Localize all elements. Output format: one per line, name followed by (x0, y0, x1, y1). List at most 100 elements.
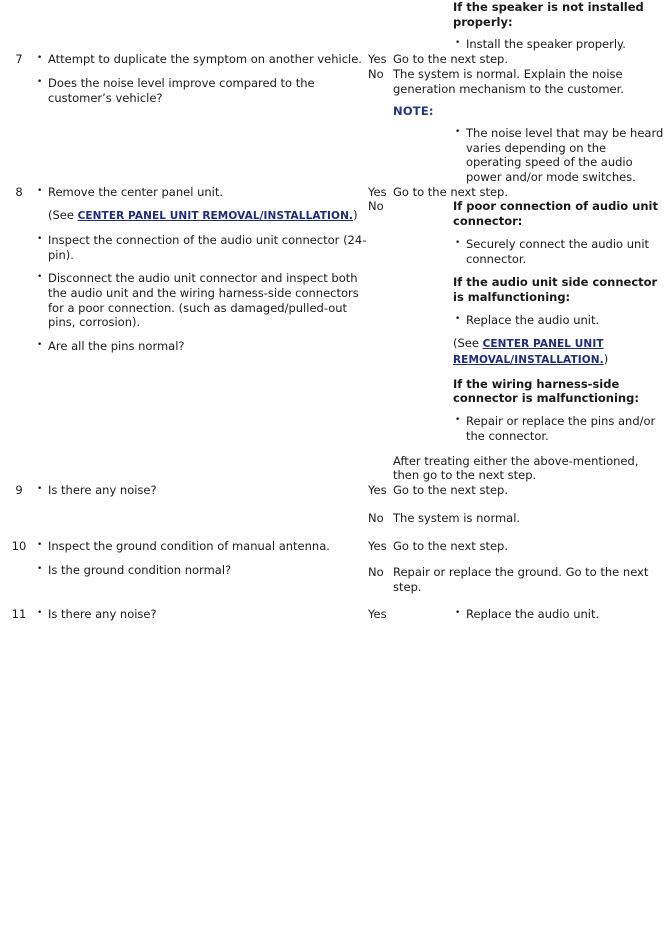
result-label: Yes (368, 606, 387, 621)
action-text: Repair or replace the ground. Go to the … (393, 565, 649, 594)
result-label-cell: No (368, 498, 393, 540)
action-heading: If poor connection of audio unit connect… (453, 199, 658, 229)
list-item: Replace the audio unit. (453, 606, 664, 622)
result-label: Yes (368, 483, 387, 498)
action-see-reference: (See CENTER PANEL UNIT REMOVAL/INSTALLAT… (453, 336, 664, 367)
step-number-cell: 8 (3, 185, 35, 483)
inspection-bullet-list: Attempt to duplicate the symptom on anot… (35, 51, 368, 105)
action-cell: The system is normal. (393, 498, 664, 540)
list-item: Inspect the ground condition of manual a… (35, 538, 368, 554)
action-heading: If the speaker is not installed properly… (453, 0, 644, 29)
step-number: 9 (15, 483, 23, 498)
list-item: Is there any noise? (35, 606, 368, 622)
step-number-cell: 10 (3, 539, 35, 606)
list-item: Repair or replace the pins and/or the co… (453, 413, 664, 443)
step-number-cell (3, 0, 35, 52)
step-number: 8 (15, 184, 23, 199)
result-label-cell: Yes (368, 483, 393, 498)
action-cell: Go to the next step. (393, 539, 664, 554)
action-cell: Go to the next step. (393, 483, 664, 498)
note-label: NOTE: (393, 104, 434, 119)
result-label: No (368, 66, 384, 81)
diagnostic-table: If the speaker is not installed properly… (3, 0, 664, 621)
action-bullet-list: Replace the audio unit. (453, 606, 664, 622)
list-item: Securely connect the audio unit connecto… (453, 236, 664, 266)
step-number-cell: 11 (3, 607, 35, 622)
step-number: 7 (15, 52, 23, 67)
result-label-cell: No (368, 199, 393, 483)
inspection-bullet-list: Is there any noise? (35, 606, 368, 622)
see-suffix: ) (603, 352, 609, 367)
result-label-cell: No (368, 554, 393, 606)
inspection-see-reference: (See CENTER PANEL UNIT REMOVAL/INSTALLAT… (35, 208, 368, 223)
result-label-cell: Yes (368, 185, 393, 200)
inspection-cell: Remove the center panel unit. (See CENTE… (35, 184, 368, 483)
action-bullet-list: Replace the audio unit. (453, 312, 664, 328)
action-text: After treating either the above-mentione… (393, 453, 639, 483)
result-label-cell: No (368, 67, 393, 185)
action-heading: If the audio unit side connector is malf… (453, 275, 658, 304)
step-number-cell: 9 (3, 483, 35, 539)
action-bullet-list: Install the speaker properly. (453, 36, 664, 52)
action-cell: Go to the next step. (393, 185, 664, 200)
action-cell: Repair or replace the ground. Go to the … (393, 554, 664, 606)
action-bullet-list: Securely connect the audio unit connecto… (453, 236, 664, 266)
troubleshooting-page: If the speaker is not installed properly… (0, 0, 669, 928)
inspection-bullet-list: Remove the center panel unit. (See CENTE… (35, 184, 368, 354)
table-row: If the speaker is not installed properly… (3, 0, 664, 52)
action-text: Go to the next step. (393, 52, 508, 67)
see-prefix: (See (453, 336, 483, 351)
step-number: 10 (11, 539, 27, 554)
action-text: Go to the next step. (393, 184, 508, 199)
result-label: No (368, 199, 384, 214)
list-item: The noise level that may be heard varies… (453, 125, 664, 185)
center-panel-unit-removal-installation-link[interactable]: CENTER PANEL UNIT REMOVAL/INSTALLATION. (78, 210, 353, 222)
step-number-cell: 7 (3, 52, 35, 185)
list-item: Are all the pins normal? (35, 338, 368, 354)
inspection-cell (35, 0, 368, 52)
table-row: 10 Inspect the ground condition of manua… (3, 538, 664, 577)
action-text: Go to the next step. (393, 539, 508, 554)
inspection-cell: Is there any noise? (35, 606, 368, 622)
list-item: Remove the center panel unit. (35, 184, 368, 200)
action-cell: Go to the next step. (393, 52, 664, 67)
action-heading: If the wiring harness-side connector is … (453, 376, 639, 406)
list-item: Does the noise level improve compared to… (35, 75, 368, 105)
list-item: Inspect the connection of the audio unit… (35, 232, 368, 262)
action-text: The system is normal. Explain the noise … (393, 66, 624, 96)
action-text: Go to the next step. (393, 483, 508, 498)
table-row: 7 Attempt to duplicate the symptom on an… (3, 51, 664, 104)
inspection-cell: Attempt to duplicate the symptom on anot… (35, 51, 368, 185)
action-cell: If poor connection of audio unit connect… (393, 199, 664, 483)
inspection-bullet-list: Inspect the ground condition of manual a… (35, 538, 368, 578)
result-label: Yes (368, 52, 387, 67)
result-label: Yes (368, 539, 387, 554)
result-label: No (368, 565, 384, 580)
list-item: Is there any noise? (35, 482, 368, 498)
table-row: 8 Remove the center panel unit. (See CEN… (3, 184, 664, 353)
result-label: Yes (368, 184, 387, 199)
inspection-cell: Is there any noise? (35, 482, 368, 539)
see-suffix: ) (353, 208, 358, 223)
action-cell: If the speaker is not installed properly… (393, 0, 664, 52)
result-label-cell (368, 0, 393, 52)
table-row: 11 Is there any noise? Yes Replace the a… (3, 606, 664, 622)
list-item: Install the speaker properly. (453, 36, 664, 52)
note-bullet-list: The noise level that may be heard varies… (453, 125, 664, 185)
see-prefix: (See (48, 208, 78, 223)
action-bullet-list: Repair or replace the pins and/or the co… (453, 413, 664, 443)
result-label-cell: Yes (368, 52, 393, 67)
list-item: Replace the audio unit. (453, 312, 664, 328)
action-text: The system is normal. (393, 510, 521, 525)
inspection-bullet-list: Is there any noise? (35, 482, 368, 498)
action-cell: Replace the audio unit. (393, 606, 664, 622)
table-row: 9 Is there any noise? Yes Go to the next… (3, 482, 664, 498)
list-item: Disconnect the audio unit connector and … (35, 270, 368, 330)
result-label-cell: Yes (368, 607, 393, 622)
list-item: Is the ground condition normal? (35, 562, 368, 578)
list-item: Attempt to duplicate the symptom on anot… (35, 51, 368, 67)
result-label-cell: Yes (368, 539, 393, 554)
action-cell: The system is normal. Explain the noise … (393, 67, 664, 185)
inspection-cell: Inspect the ground condition of manual a… (35, 538, 368, 606)
result-label: No (368, 510, 384, 525)
